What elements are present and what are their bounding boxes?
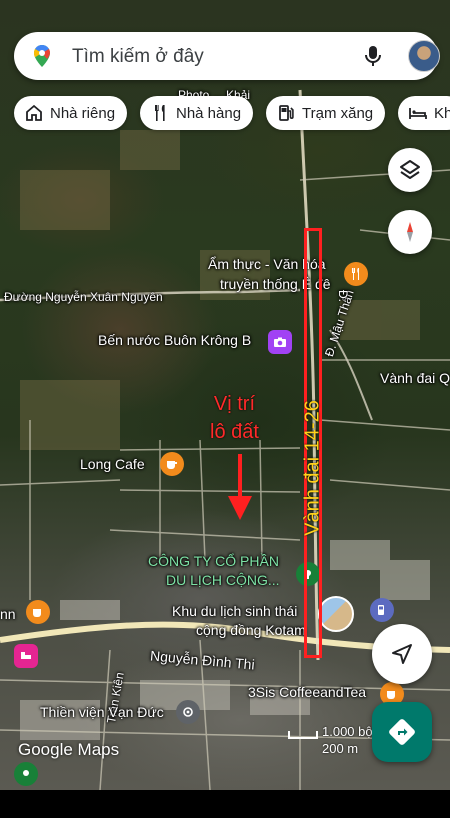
camera-poi-icon[interactable] xyxy=(268,330,292,354)
lot-location-annotation: Vị trí lô đất xyxy=(210,390,259,446)
chip-home[interactable]: Nhà riêng xyxy=(14,96,128,130)
map-scale: 1.000 bộ 200 m xyxy=(288,724,373,756)
cafe-poi-left-icon[interactable] xyxy=(26,600,50,624)
google-maps-pin-icon xyxy=(34,45,50,67)
microphone-icon[interactable] xyxy=(362,44,384,68)
map-label-khu-du-lich-2[interactable]: cộng đồng Kotam xyxy=(196,622,306,638)
map-label-cong-ty-2[interactable]: DU LỊCH CỘNG... xyxy=(166,572,280,588)
map-label-nn: nn xyxy=(0,606,16,622)
map-label-vanh-dai-q: Vành đai Q xyxy=(380,370,450,386)
restaurant-icon xyxy=(155,105,165,121)
layers-icon xyxy=(400,160,420,179)
search-input[interactable]: Tìm kiếm ở đây xyxy=(72,46,204,68)
my-location-button[interactable] xyxy=(372,624,432,684)
gas-station-icon xyxy=(279,105,294,121)
lot-label-line2: lô đất xyxy=(210,421,259,443)
map-label-khu-du-lich-1[interactable]: Khu du lịch sinh thái xyxy=(172,603,297,619)
chip-home-label: Nhà riêng xyxy=(50,104,116,122)
cafe-poi-icon[interactable] xyxy=(160,452,184,476)
chip-hotel-label: Kh xyxy=(434,104,450,122)
chip-restaurant-label: Nhà hàng xyxy=(176,104,242,122)
layers-button[interactable] xyxy=(388,148,432,192)
map-label-nguyen-xuan-nguyen: Đường Nguyễn Xuân Nguyên xyxy=(4,290,163,304)
chip-hotel[interactable]: Kh xyxy=(398,96,450,130)
lot-label-line1: Vị trí xyxy=(213,393,256,415)
account-avatar[interactable] xyxy=(408,40,440,72)
search-bar[interactable]: Tìm kiếm ở đây xyxy=(14,32,440,80)
map-label-cong-ty-1[interactable]: CÔNG TY CỔ PHẦN xyxy=(148,553,279,569)
map-label-long-cafe[interactable]: Long Cafe xyxy=(80,456,145,472)
compass-icon xyxy=(407,222,413,242)
home-icon xyxy=(26,104,42,121)
map-label-road-d: Đ. xyxy=(336,290,350,302)
compass-button[interactable] xyxy=(388,210,432,254)
scale-meters: 200 m xyxy=(322,741,359,756)
directions-icon xyxy=(389,719,415,745)
gas-poi-icon[interactable] xyxy=(370,598,394,622)
map-label-coffee[interactable]: 3Sis CoffeeandTea xyxy=(248,684,366,700)
photo-thumbnail-marker[interactable] xyxy=(318,596,354,632)
google-maps-logo: Google Maps xyxy=(18,740,120,759)
ring-road-annotation: Vành đai 14-26 xyxy=(301,400,324,536)
hotel-poi-icon[interactable] xyxy=(14,644,38,668)
scale-feet: 1.000 bộ xyxy=(322,724,373,739)
hotel-icon xyxy=(409,108,427,119)
restaurant-poi-icon[interactable] xyxy=(344,262,368,286)
temple-poi-icon[interactable] xyxy=(176,700,200,724)
directions-button[interactable] xyxy=(372,702,432,762)
chip-restaurant[interactable]: Nhà hàng xyxy=(140,96,254,130)
park-poi-icon[interactable] xyxy=(14,762,38,786)
map-label-thien-vien[interactable]: Thiền viện Vạn Đức xyxy=(40,704,164,720)
map-label-ben-nuoc[interactable]: Bến nước Buôn Krông B xyxy=(98,332,251,348)
system-navigation-bar xyxy=(0,790,450,818)
navigation-arrow-icon xyxy=(392,644,412,664)
chip-gas-label: Trạm xăng xyxy=(302,104,374,122)
chip-gas[interactable]: Trạm xăng xyxy=(266,96,386,130)
scale-bar xyxy=(288,731,318,739)
